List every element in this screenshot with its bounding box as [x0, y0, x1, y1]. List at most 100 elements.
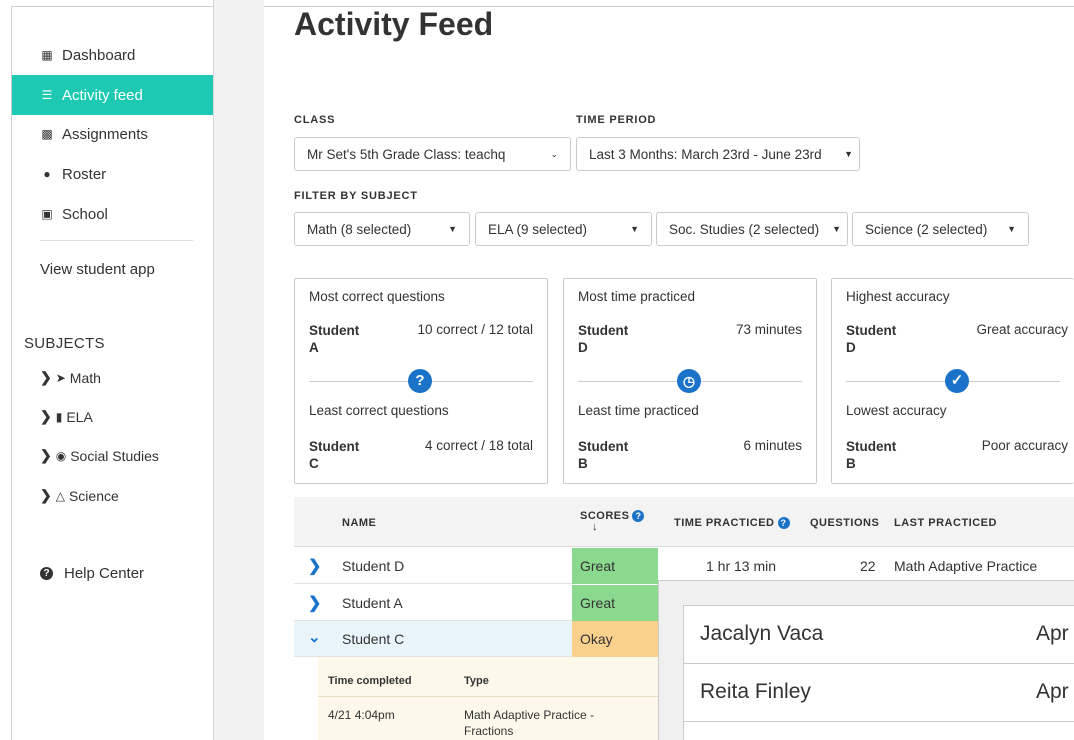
- card-title: Highest accuracy: [846, 289, 950, 304]
- row-score: Great: [572, 548, 658, 584]
- detail-type: Math Adaptive Practice - Fractions: [464, 708, 595, 738]
- time-period-select[interactable]: Last 3 Months: March 23rd - June 23rd ▼: [576, 137, 860, 171]
- list-item-date: Apr: [1036, 680, 1069, 703]
- help-center-label: Help Center: [64, 565, 145, 582]
- help-icon: ?: [40, 567, 53, 580]
- rocket-icon: ➤: [55, 370, 66, 385]
- time-period-label: TIME PERIOD: [576, 114, 657, 126]
- card-title: Most correct questions: [309, 289, 445, 304]
- filter-ela[interactable]: ELA (9 selected) ▼: [475, 212, 652, 246]
- row-detail: Time completed Type 4/21 4:04pm Math Ada…: [318, 657, 658, 740]
- table-row[interactable]: ❯ Student D Great 1 hr 13 min 22 Math Ad…: [294, 548, 1074, 584]
- filter-social-studies[interactable]: Soc. Studies (2 selected) ▼: [656, 212, 848, 246]
- card-student: Student C: [309, 439, 360, 471]
- chevron-right-icon[interactable]: ❯: [308, 556, 321, 576]
- card-value: 10 correct / 12 total: [417, 322, 533, 337]
- sidebar-subject-science[interactable]: ❯ △ Science: [40, 487, 119, 504]
- chevron-down-icon[interactable]: ⌄: [308, 628, 321, 646]
- card-student: Student B: [578, 439, 629, 471]
- card-value: 4 correct / 18 total: [424, 438, 533, 453]
- detail-col-time: Time completed: [328, 675, 412, 687]
- sidebar-item-activity-feed[interactable]: ☰ Activity feed: [12, 75, 214, 115]
- col-scores[interactable]: SCORES? ↓: [580, 510, 645, 533]
- row-score: Great: [572, 585, 658, 621]
- list-item[interactable]: Jacalyn Vaca Apr: [684, 606, 1074, 664]
- overlay-list: Jacalyn Vaca Apr Reita Finley Apr: [683, 605, 1074, 740]
- clock-icon: ◷: [677, 369, 701, 393]
- caret-down-icon: ▼: [448, 224, 457, 234]
- list-item[interactable]: Reita Finley Apr: [684, 664, 1074, 722]
- help-icon[interactable]: ?: [777, 517, 790, 529]
- card-title: Least time practiced: [578, 403, 699, 418]
- col-last-practiced[interactable]: LAST PRACTICED: [894, 517, 997, 529]
- list-item-name: Jacalyn Vaca: [700, 622, 824, 645]
- subject-label: Social Studies: [70, 447, 159, 464]
- sidebar-item-label: Activity feed: [62, 86, 143, 104]
- col-time-label: TIME PRACTICED: [674, 517, 775, 529]
- sidebar-item-school[interactable]: ▣ School: [12, 194, 214, 234]
- sidebar-item-assignments[interactable]: ▩ Assignments: [12, 114, 214, 154]
- school-icon: ▣: [41, 207, 53, 221]
- class-select-value: Mr Set's 5th Grade Class: teachq: [307, 146, 506, 162]
- sidebar-item-roster[interactable]: ● Roster: [12, 154, 214, 194]
- sidebar-subject-ela[interactable]: ❯ ▮ ELA: [40, 408, 93, 425]
- subjects-heading: SUBJECTS: [24, 335, 105, 352]
- class-label: CLASS: [294, 114, 336, 126]
- help-icon[interactable]: ?: [632, 510, 645, 522]
- filter-value: ELA (9 selected): [488, 221, 588, 237]
- book-icon: ▮: [55, 409, 63, 424]
- stat-card-time: Most time practiced Student D 73 minutes…: [563, 278, 817, 484]
- sidebar-item-dashboard[interactable]: ▦ Dashboard: [12, 35, 214, 75]
- table-header: NAME SCORES? ↓ TIME PRACTICED? QUESTIONS…: [294, 497, 1074, 547]
- sidebar-item-label: School: [62, 205, 108, 223]
- filter-value: Soc. Studies (2 selected): [669, 221, 820, 237]
- detail-divider: [318, 696, 658, 697]
- card-title: Lowest accuracy: [846, 403, 947, 418]
- subject-label: Science: [68, 487, 119, 504]
- chevron-right-icon[interactable]: ❯: [308, 593, 321, 613]
- row-name: Student D: [342, 558, 405, 574]
- card-student: Student A: [309, 323, 360, 355]
- sidebar-subject-social-studies[interactable]: ❯ ◉ Social Studies: [40, 447, 159, 464]
- col-questions[interactable]: QUESTIONS: [810, 517, 879, 529]
- page-title: Activity Feed: [294, 6, 494, 42]
- card-title: Least correct questions: [309, 403, 449, 418]
- col-name[interactable]: NAME: [342, 517, 376, 529]
- row-questions: 22: [860, 558, 876, 574]
- caret-down-icon: ▼: [630, 224, 639, 234]
- filter-math[interactable]: Math (8 selected) ▼: [294, 212, 470, 246]
- view-student-app-link[interactable]: View student app: [40, 261, 155, 278]
- help-center-link[interactable]: ? Help Center: [40, 565, 144, 582]
- check-icon: ✓: [945, 369, 969, 393]
- filter-science[interactable]: Science (2 selected) ▼: [852, 212, 1029, 246]
- chevron-right-icon: ❯: [40, 369, 52, 385]
- sidebar-divider: [40, 240, 193, 241]
- row-last-practiced: Math Adaptive Practice: [894, 558, 1038, 574]
- chevron-right-icon: ❯: [40, 447, 52, 463]
- sidebar-item-label: Roster: [62, 165, 107, 183]
- overlay-panel: Jacalyn Vaca Apr Reita Finley Apr: [658, 580, 1074, 740]
- card-student: Student D: [578, 323, 629, 355]
- list-item-date: Apr: [1036, 622, 1069, 645]
- flask-icon: △: [55, 488, 65, 503]
- question-icon: ?: [408, 369, 432, 393]
- card-value: Great accuracy: [976, 322, 1068, 337]
- users-icon: ●: [43, 167, 51, 181]
- row-score: Okay: [572, 621, 658, 657]
- detail-col-type: Type: [464, 675, 489, 687]
- card-value: Poor accuracy: [981, 438, 1068, 453]
- row-name: Student A: [342, 595, 403, 611]
- subject-label: Math: [69, 369, 101, 386]
- col-time-practiced[interactable]: TIME PRACTICED?: [674, 517, 790, 529]
- stat-card-correct: Most correct questions Student A 10 corr…: [294, 278, 548, 484]
- card-value: 73 minutes: [735, 322, 802, 337]
- stat-card-accuracy: Highest accuracy Student D Great accurac…: [831, 278, 1074, 484]
- filter-value: Math (8 selected): [307, 221, 412, 237]
- card-student: Student D: [846, 323, 897, 355]
- map-icon: ▦: [41, 48, 53, 62]
- row-time: 1 hr 13 min: [706, 558, 777, 574]
- class-select[interactable]: Mr Set's 5th Grade Class: teachq ⌄: [294, 137, 571, 171]
- list-item-name: Reita Finley: [700, 680, 811, 703]
- sidebar-subject-math[interactable]: ❯ ➤ Math: [40, 369, 101, 386]
- briefcase-icon: ▩: [41, 127, 53, 141]
